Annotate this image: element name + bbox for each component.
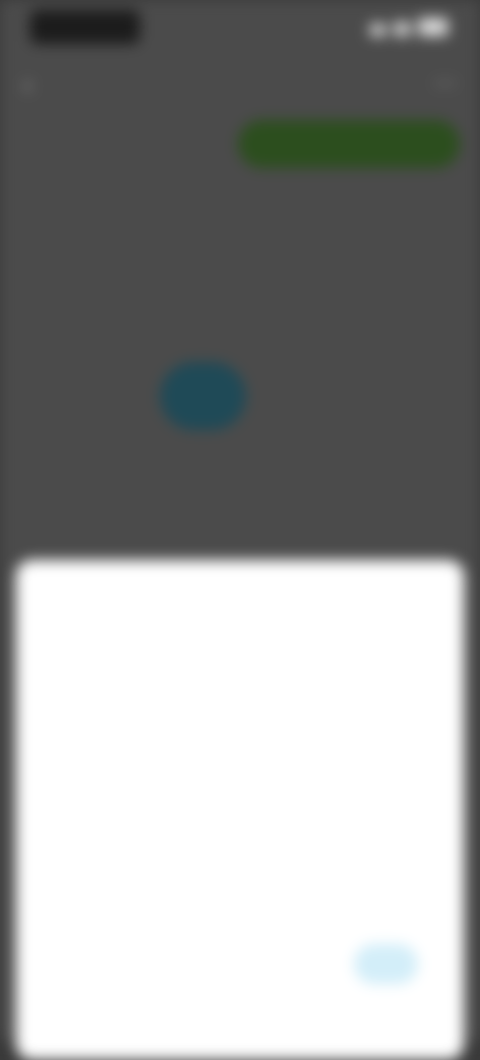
battery-icon	[418, 18, 448, 36]
signal-icon	[370, 24, 386, 36]
action-row	[0, 116, 480, 176]
avatar[interactable]	[160, 362, 246, 430]
bottom-dialog	[16, 560, 464, 1060]
more-icon[interactable]: ⋯	[434, 70, 456, 96]
status-pill	[30, 10, 140, 44]
dialog-confirm-button[interactable]	[354, 944, 418, 984]
info-row	[0, 190, 480, 220]
back-icon[interactable]: ‹	[24, 72, 31, 98]
status-icons	[370, 18, 448, 40]
top-bar: ‹ ⋯	[0, 60, 480, 110]
dialog-cancel-button[interactable]	[66, 952, 138, 978]
status-bar	[0, 0, 480, 60]
section-row	[0, 295, 480, 325]
wifi-icon	[394, 22, 410, 36]
primary-action-button[interactable]	[238, 120, 460, 168]
